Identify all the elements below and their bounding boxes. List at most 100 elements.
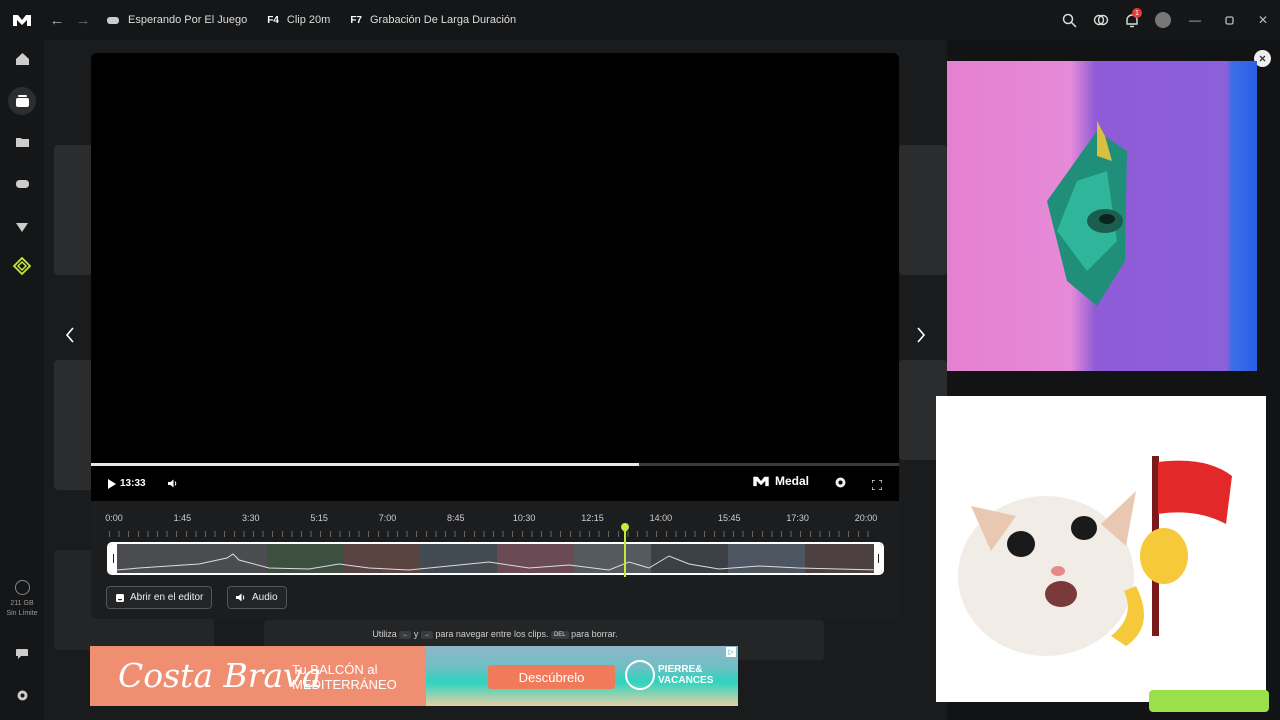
close-window-icon[interactable]: ✕ xyxy=(1246,0,1280,40)
ad-tagline-line-2: MEDITERRÁNEO xyxy=(292,677,397,692)
clip-timeline[interactable]: 0:00 1:45 3:30 5:15 7:00 8:45 10:30 12:15 14:00 1… xyxy=(91,501,899,619)
medal-brand: Medal xyxy=(752,474,809,488)
crumb-status-label: Esperando Por El Juego xyxy=(128,14,248,26)
chat-bubble-icon xyxy=(16,648,28,659)
user-avatar[interactable] xyxy=(1147,0,1178,40)
hint-prefix: Utiliza xyxy=(372,629,397,639)
cat-flag-sticker xyxy=(936,396,1266,702)
timeline-tick-label: 14:00 xyxy=(649,513,673,523)
crumb-clip-label: Clip 20m xyxy=(286,14,331,26)
open-in-editor-label: Abrir en el editor xyxy=(130,592,204,603)
premium-icon xyxy=(13,257,31,275)
fullscreen-icon[interactable] xyxy=(871,477,883,495)
folder-icon xyxy=(15,138,29,147)
sidebar-item-feedback[interactable] xyxy=(8,640,36,668)
notifications-bell-icon[interactable]: 1 xyxy=(1116,0,1147,40)
audio-label: Audio xyxy=(252,592,278,603)
clip-player-modal: 13:33 Medal 0:00 1:45 3:30 5:15 7:00 8:45 10:3… xyxy=(91,53,899,619)
medal-logo-icon[interactable] xyxy=(0,13,44,27)
gamepad-icon xyxy=(15,180,29,188)
green-status-pill xyxy=(1149,690,1269,712)
timeline-tick-label: 10:30 xyxy=(512,513,536,523)
fish-meme-overlay xyxy=(947,61,1257,371)
previous-clip-chevron-icon[interactable] xyxy=(60,325,80,345)
ad-banner[interactable]: Costa Brava Tu BALCÓN al MEDITERRÁNEO De… xyxy=(90,646,738,706)
sidebar-item-clips[interactable] xyxy=(8,87,36,115)
sidebar-item-rewards[interactable] xyxy=(8,212,36,240)
keyboard-hint: Utiliza ← y → para navegar entre los cli… xyxy=(91,629,899,639)
crumb-long-recording[interactable]: F7 Grabación De Larga Duración xyxy=(340,0,526,40)
ad-cta-button[interactable]: Descúbrelo xyxy=(488,665,615,689)
sidebar-item-games[interactable] xyxy=(8,170,36,198)
timeline-tick-label: 20:00 xyxy=(854,513,878,523)
hint-delete-text: para borrar. xyxy=(571,629,618,639)
trim-end-handle[interactable] xyxy=(874,544,882,573)
timeline-tick-label: 0:00 xyxy=(105,513,123,523)
sidebar-item-settings[interactable] xyxy=(8,681,36,709)
timeline-playhead[interactable] xyxy=(619,521,631,577)
back-arrow-icon[interactable]: ← xyxy=(44,12,70,29)
ad-partner-line-1: PIERRE& xyxy=(658,664,703,675)
home-icon xyxy=(15,53,29,65)
player-settings-gear-icon[interactable] xyxy=(834,476,847,494)
timeline-tick-label: 17:30 xyxy=(786,513,809,523)
volume-icon[interactable] xyxy=(167,475,179,493)
partner-logo-icon xyxy=(625,660,655,690)
timeline-tick-label: 8:45 xyxy=(447,513,465,523)
storage-ring-icon xyxy=(14,580,30,595)
notification-badge: 1 xyxy=(1132,8,1142,18)
hint-nav-text: para navegar entre los clips. xyxy=(435,629,549,639)
search-icon[interactable] xyxy=(1054,0,1085,40)
crumb-status[interactable]: Esperando Por El Juego xyxy=(96,0,257,40)
sidebar-item-premium[interactable] xyxy=(8,252,36,280)
ad-tagline: Tu BALCÓN al MEDITERRÁNEO xyxy=(292,662,397,692)
delete-key: DEL xyxy=(550,630,569,639)
timeline-tick-label: 15:45 xyxy=(718,513,741,523)
timeline-tick-label: 5:15 xyxy=(310,513,328,523)
timeline-ticks xyxy=(109,531,874,537)
forward-arrow-icon[interactable]: → xyxy=(70,12,96,29)
crumb-long-label: Grabación De Larga Duración xyxy=(370,14,517,26)
crumb-clip-20m[interactable]: F4 Clip 20m xyxy=(257,0,340,40)
open-in-editor-button[interactable]: Abrir en el editor xyxy=(106,586,213,609)
audio-button[interactable]: Audio xyxy=(227,586,287,609)
hotkey-f7: F7 xyxy=(350,14,362,26)
clips-icon xyxy=(15,94,29,107)
timeline-tick-label: 12:15 xyxy=(581,513,604,523)
medal-logo-icon xyxy=(753,476,769,487)
play-button[interactable]: 13:33 xyxy=(107,478,146,489)
maximize-icon[interactable] xyxy=(1212,0,1246,40)
title-bar: ← → Esperando Por El Juego F4 Clip 20m F… xyxy=(0,0,1280,40)
timeline-tick-label: 1:45 xyxy=(173,513,192,523)
ad-info-icon[interactable]: ▷ xyxy=(726,647,736,657)
speaker-icon xyxy=(236,593,245,602)
sidebar-item-home[interactable] xyxy=(8,45,36,73)
left-arrow-key: ← xyxy=(399,630,412,639)
play-icon xyxy=(108,478,116,489)
right-arrow-key: → xyxy=(420,630,433,639)
current-time: 13:33 xyxy=(120,478,146,489)
timeline-filmstrip[interactable] xyxy=(107,542,884,575)
timeline-tick-label: 7:00 xyxy=(378,513,397,523)
medal-brand-label: Medal xyxy=(774,474,809,488)
hotkey-f4: F4 xyxy=(267,14,279,26)
storage-size: 211 GB xyxy=(10,600,34,607)
sidebar-item-library[interactable] xyxy=(8,128,36,156)
storage-indicator[interactable]: 211 GB Sin Límite xyxy=(0,580,44,619)
timeline-tick-label: 3:30 xyxy=(241,513,260,523)
ad-brand: Costa Brava xyxy=(118,656,322,695)
next-clip-chevron-icon[interactable] xyxy=(911,325,931,345)
friends-icon[interactable] xyxy=(1085,0,1116,40)
ad-tagline-line-1: Tu BALCÓN al xyxy=(292,662,378,677)
minimize-icon[interactable]: — xyxy=(1178,0,1212,40)
video-viewport[interactable] xyxy=(91,53,899,465)
editor-icon xyxy=(116,593,124,602)
trim-start-handle[interactable] xyxy=(109,544,117,573)
ad-partner-logo: PIERRE& VACANCES xyxy=(625,660,713,690)
sidebar: 211 GB Sin Límite xyxy=(0,40,44,720)
storage-label: Sin Límite xyxy=(6,610,38,617)
gamepad-icon xyxy=(107,17,119,24)
audio-waveform xyxy=(116,553,880,571)
gift-icon xyxy=(16,223,28,232)
gear-icon xyxy=(17,690,27,700)
